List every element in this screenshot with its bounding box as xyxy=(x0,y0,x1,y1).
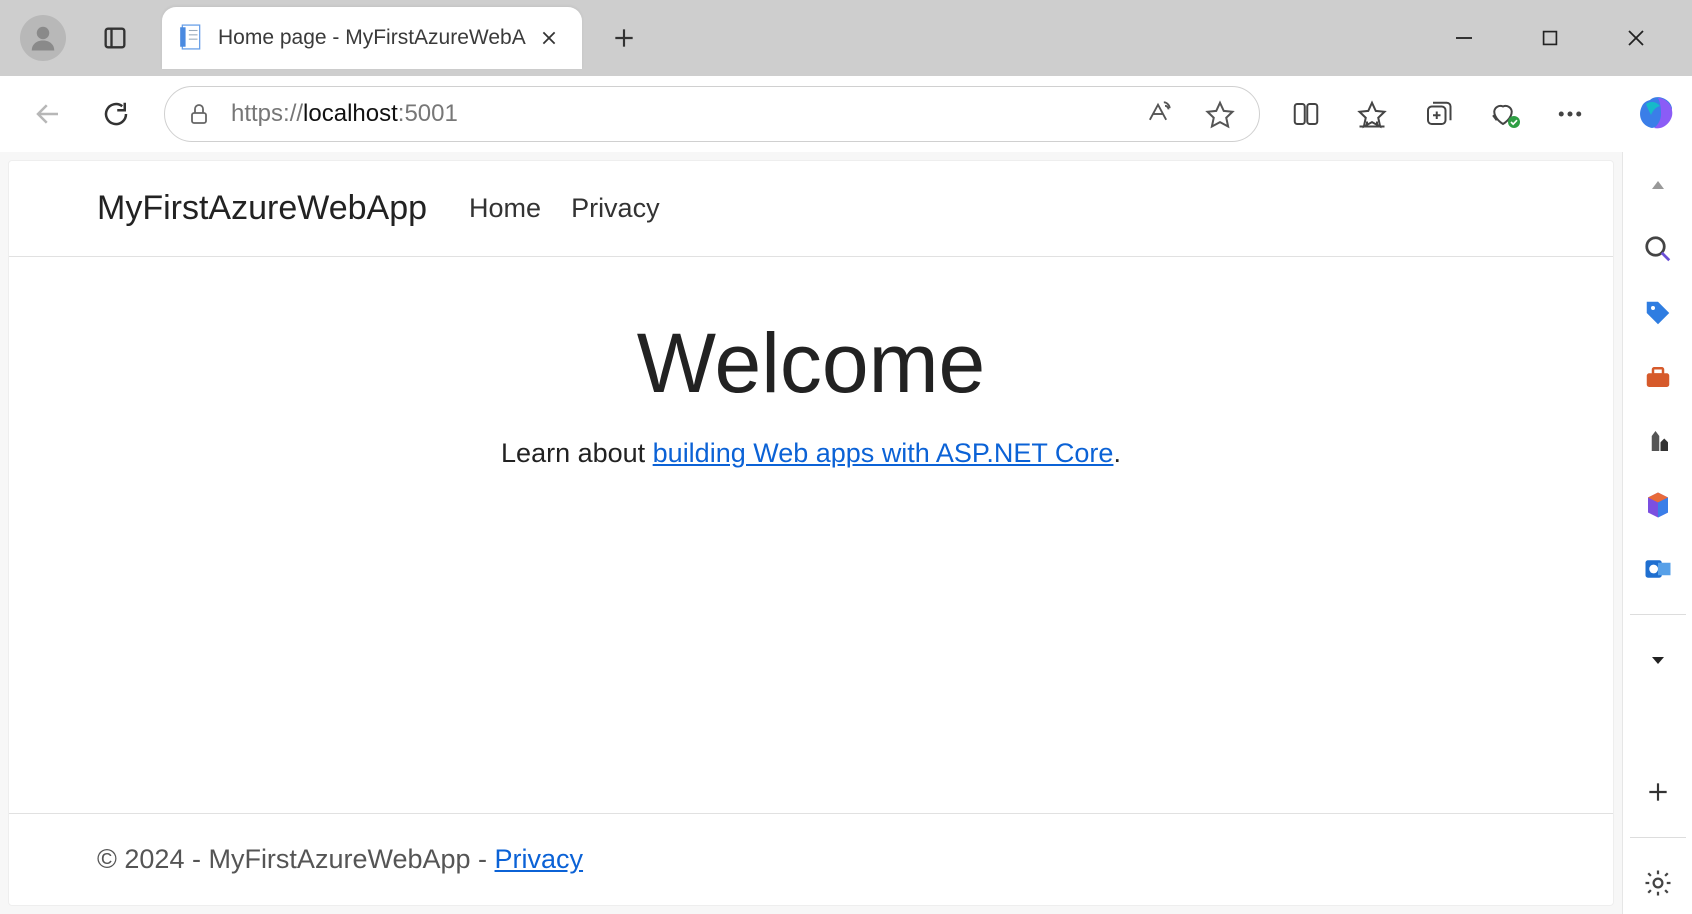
lead-suffix: . xyxy=(1113,438,1121,468)
tab-title: Home page - MyFirstAzureWebA xyxy=(218,26,526,50)
refresh-button[interactable] xyxy=(94,92,138,136)
favorites-icon[interactable] xyxy=(1354,96,1390,132)
edge-sidebar xyxy=(1622,152,1692,914)
search-icon[interactable] xyxy=(1639,230,1677,268)
hero-lead: Learn about building Web apps with ASP.N… xyxy=(9,438,1613,469)
new-tab-button[interactable] xyxy=(604,18,644,58)
tools-icon[interactable] xyxy=(1639,358,1677,396)
footer-text: © 2024 - MyFirstAzureWebApp - xyxy=(97,844,495,874)
split-screen-icon[interactable] xyxy=(1288,96,1324,132)
sidebar-scroll-up-icon[interactable] xyxy=(1639,166,1677,204)
nav-link-privacy[interactable]: Privacy xyxy=(571,193,660,224)
browser-essentials-icon[interactable] xyxy=(1486,96,1522,132)
window-controls xyxy=(1444,18,1682,58)
collections-icon[interactable] xyxy=(1420,96,1456,132)
lead-prefix: Learn about xyxy=(501,438,653,468)
page-favicon xyxy=(180,24,204,52)
hero-heading: Welcome xyxy=(9,315,1613,412)
sidebar-add-icon[interactable] xyxy=(1639,773,1677,811)
outlook-icon[interactable] xyxy=(1639,550,1677,588)
page-content: MyFirstAzureWebApp Home Privacy Welcome … xyxy=(8,160,1614,906)
close-window-button[interactable] xyxy=(1616,18,1656,58)
back-button[interactable] xyxy=(26,92,70,136)
url-host: localhost xyxy=(303,100,398,128)
footer-privacy-link[interactable]: Privacy xyxy=(495,844,584,874)
read-aloud-icon[interactable] xyxy=(1141,97,1175,131)
active-tab[interactable]: Home page - MyFirstAzureWebA xyxy=(162,7,582,69)
more-menu-icon[interactable] xyxy=(1552,96,1588,132)
brand-text[interactable]: MyFirstAzureWebApp xyxy=(97,189,427,228)
site-footer: © 2024 - MyFirstAzureWebApp - Privacy xyxy=(9,813,1613,905)
url-text: https://localhost:5001 xyxy=(231,100,458,128)
shopping-tag-icon[interactable] xyxy=(1639,294,1677,332)
nav-link-home[interactable]: Home xyxy=(469,193,541,224)
lead-link[interactable]: building Web apps with ASP.NET Core xyxy=(653,438,1114,468)
copilot-button[interactable] xyxy=(1638,94,1678,134)
m365-icon[interactable] xyxy=(1639,486,1677,524)
sidebar-expand-icon[interactable] xyxy=(1639,641,1677,679)
browser-toolbar: https://localhost:5001 xyxy=(0,76,1692,152)
browser-titlebar: Home page - MyFirstAzureWebA xyxy=(0,0,1692,76)
url-scheme: https:// xyxy=(231,100,303,128)
hero-section: Welcome Learn about building Web apps wi… xyxy=(9,257,1613,469)
tab-close-button[interactable] xyxy=(534,23,564,53)
address-bar[interactable]: https://localhost:5001 xyxy=(164,86,1260,142)
minimize-button[interactable] xyxy=(1444,18,1484,58)
maximize-button[interactable] xyxy=(1530,18,1570,58)
profile-button[interactable] xyxy=(20,15,66,61)
favorite-star-icon[interactable] xyxy=(1203,97,1237,131)
site-navbar: MyFirstAzureWebApp Home Privacy xyxy=(9,161,1613,257)
page-viewport: MyFirstAzureWebApp Home Privacy Welcome … xyxy=(0,152,1622,914)
tab-actions-button[interactable] xyxy=(96,19,134,57)
games-icon[interactable] xyxy=(1639,422,1677,460)
lock-icon xyxy=(187,102,213,126)
url-port: :5001 xyxy=(398,100,458,128)
settings-gear-icon[interactable] xyxy=(1639,864,1677,902)
